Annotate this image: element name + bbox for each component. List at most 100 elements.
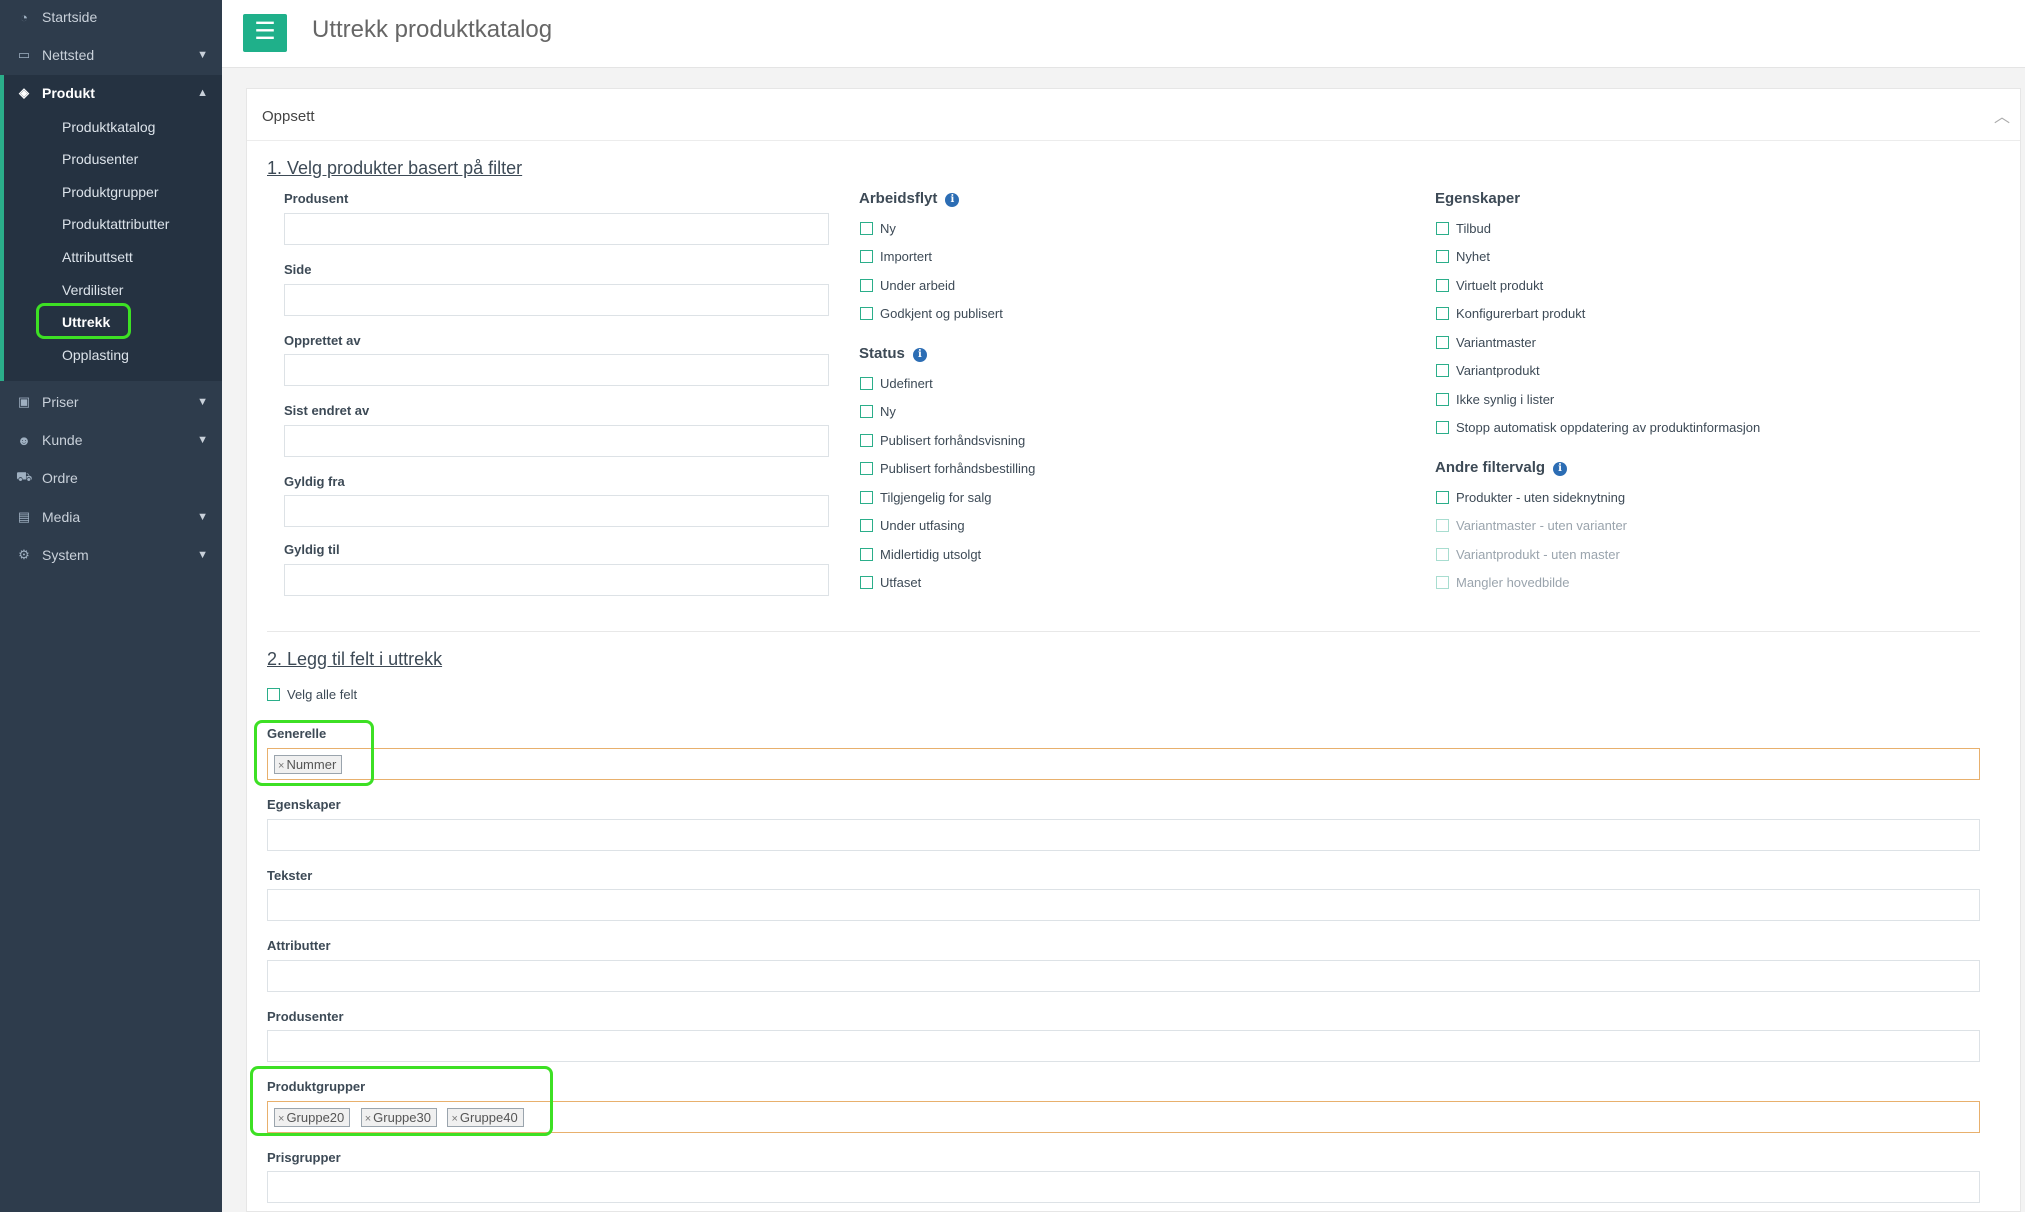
sidebar-item-media[interactable]: ▤ Media ▼ bbox=[0, 500, 222, 534]
checkbox-andre-disabled: Mangler hovedbilde bbox=[1436, 575, 1569, 590]
users-icon: ☻ bbox=[17, 432, 31, 448]
sidebar-item-system[interactable]: ⚙ System ▼ bbox=[0, 538, 222, 572]
page-title: Uttrekk produktkatalog bbox=[312, 16, 553, 43]
produsenter-tag-input[interactable] bbox=[267, 1030, 1980, 1062]
highlight-generelle bbox=[254, 720, 374, 786]
file-icon: ▤ bbox=[17, 509, 31, 524]
sidebar-sub-opplasting[interactable]: Opplasting bbox=[62, 343, 129, 367]
status-heading: Status i bbox=[859, 345, 927, 362]
panel-header[interactable]: Oppsett ︿ bbox=[247, 89, 2020, 141]
sidebar-item-priser[interactable]: ▣ Priser ▼ bbox=[0, 385, 222, 419]
side-input[interactable] bbox=[284, 284, 829, 316]
group-label-egenskaper: Egenskaper bbox=[267, 797, 341, 812]
info-icon[interactable]: i bbox=[912, 348, 927, 362]
generelle-tag-input[interactable]: × Nummer bbox=[267, 748, 1980, 780]
sidebar-sub-produktgrupper[interactable]: Produktgrupper bbox=[62, 180, 159, 204]
checkbox-egenskaper[interactable]: Virtuelt produkt bbox=[1436, 278, 1543, 293]
sidebar-item-label: Startside bbox=[42, 9, 98, 25]
sidebar-item-startside[interactable]: ◔ Startside bbox=[0, 0, 222, 34]
opprettet-av-input[interactable] bbox=[284, 354, 829, 386]
checkbox-egenskaper[interactable]: Konfigurerbart produkt bbox=[1436, 306, 1585, 321]
sidebar-item-label: Kunde bbox=[42, 432, 83, 448]
highlight-produktgrupper bbox=[250, 1066, 553, 1136]
group-label-attributter: Attributter bbox=[267, 938, 331, 953]
panel-title: Oppsett bbox=[262, 108, 315, 125]
attributter-tag-input[interactable] bbox=[267, 960, 1980, 992]
section-fields-title: 2. Legg til felt i uttrekk bbox=[267, 649, 443, 669]
field-label-gyldig-fra: Gyldig fra bbox=[284, 474, 345, 489]
checkbox-egenskaper[interactable]: Variantprodukt bbox=[1436, 363, 1540, 378]
checkbox-egenskaper[interactable]: Stopp automatisk oppdatering av produkti… bbox=[1436, 420, 1760, 435]
group-label-produsenter: Produsenter bbox=[267, 1009, 344, 1024]
sidebar-item-nettsted[interactable]: ▭ Nettsted ▼ bbox=[0, 38, 222, 72]
checkbox-status[interactable]: Tilgjengelig for salg bbox=[860, 490, 992, 505]
field-label-sist-endret-av: Sist endret av bbox=[284, 403, 370, 418]
chevron-down-icon: ▼ bbox=[197, 434, 208, 446]
checkbox-status[interactable]: Midlertidig utsolgt bbox=[860, 547, 981, 562]
egenskaper-tag-input[interactable] bbox=[267, 819, 1980, 851]
sidebar-sub-attributtsett[interactable]: Attributtsett bbox=[62, 245, 133, 269]
sidebar-sub-produsenter[interactable]: Produsenter bbox=[62, 147, 138, 171]
checkbox-andre-disabled: Variantmaster - uten varianter bbox=[1436, 518, 1627, 533]
checkbox-andre[interactable]: Produkter - uten sideknytning bbox=[1436, 490, 1625, 505]
field-label-side: Side bbox=[284, 262, 312, 277]
sist-endret-av-input[interactable] bbox=[284, 425, 829, 457]
chevron-down-icon: ▼ bbox=[197, 549, 208, 561]
sidebar-item-kunde[interactable]: ☻ Kunde ▼ bbox=[0, 423, 222, 457]
sidebar-item-label: System bbox=[42, 547, 89, 563]
sidebar-item-ordre[interactable]: ⛟ Ordre bbox=[0, 461, 222, 495]
chevron-down-icon: ▼ bbox=[197, 396, 208, 408]
checkbox-egenskaper[interactable]: Nyhet bbox=[1436, 249, 1490, 264]
checkbox-arbeidsflyt[interactable]: Importert bbox=[860, 249, 932, 264]
highlight-uttrekk bbox=[36, 303, 131, 339]
section-filter-title: 1. Velg produkter basert på filter bbox=[267, 158, 523, 178]
checkbox-egenskaper[interactable]: Variantmaster bbox=[1436, 335, 1536, 350]
chevron-up-icon[interactable]: ︿ bbox=[1994, 103, 2010, 127]
select-all-checkbox[interactable]: Velg alle felt bbox=[267, 687, 357, 702]
top-bar: ☰ Uttrekk produktkatalog bbox=[222, 0, 2025, 68]
info-icon[interactable]: i bbox=[1553, 462, 1568, 476]
andre-filtervalg-label: Andre filtervalg bbox=[1435, 459, 1546, 476]
sidebar-sub-produktkatalog[interactable]: Produktkatalog bbox=[62, 115, 155, 139]
status-label: Status bbox=[859, 345, 905, 362]
sidebar-sub-produktattributter[interactable]: Produktattributter bbox=[62, 212, 169, 236]
checkbox-status[interactable]: Utfaset bbox=[860, 575, 921, 590]
info-icon[interactable]: i bbox=[945, 193, 960, 207]
sidebar-item-label: Priser bbox=[42, 394, 79, 410]
checkbox-arbeidsflyt[interactable]: Ny bbox=[860, 221, 896, 236]
money-icon: ▣ bbox=[17, 394, 31, 409]
checkbox-status[interactable]: Under utfasing bbox=[860, 518, 965, 533]
chevron-down-icon: ▼ bbox=[197, 49, 208, 61]
chevron-up-icon: ▲ bbox=[197, 87, 208, 99]
menu-toggle-button[interactable]: ☰ bbox=[243, 14, 287, 52]
produsent-input[interactable] bbox=[284, 213, 829, 245]
prisgrupper-tag-input[interactable] bbox=[267, 1171, 1980, 1203]
gyldig-fra-input[interactable] bbox=[284, 495, 829, 527]
section-divider bbox=[267, 631, 1980, 632]
sidebar-sub-verdilister[interactable]: Verdilister bbox=[62, 278, 123, 302]
group-label-tekster: Tekster bbox=[267, 868, 313, 883]
checkbox-egenskaper[interactable]: Tilbud bbox=[1436, 221, 1491, 236]
sidebar-item-label: Ordre bbox=[42, 470, 78, 486]
field-label-gyldig-til: Gyldig til bbox=[284, 542, 340, 557]
tekster-tag-input[interactable] bbox=[267, 889, 1980, 921]
checkbox-arbeidsflyt[interactable]: Under arbeid bbox=[860, 278, 955, 293]
sidebar-item-label: Produkt bbox=[42, 85, 95, 101]
gear-icon: ⚙ bbox=[18, 547, 30, 562]
cube-icon: ◈ bbox=[19, 85, 29, 100]
hamburger-icon: ☰ bbox=[254, 18, 276, 45]
chevron-down-icon: ▼ bbox=[197, 511, 208, 523]
sidebar-item-label: Media bbox=[42, 509, 81, 525]
checkbox-arbeidsflyt[interactable]: Godkjent og publisert bbox=[860, 306, 1003, 321]
cart-icon: ⛟ bbox=[16, 469, 33, 484]
andre-filtervalg-heading: Andre filtervalg i bbox=[1435, 459, 1568, 476]
sidebar-item-produkt[interactable]: ◈ Produkt ▲ bbox=[0, 76, 222, 110]
checkbox-status[interactable]: Ny bbox=[860, 404, 896, 419]
field-label-produsent: Produsent bbox=[284, 191, 349, 206]
checkbox-status[interactable]: Publisert forhåndsvisning bbox=[860, 433, 1025, 448]
gyldig-til-input[interactable] bbox=[284, 564, 829, 596]
sidebar: ◔ Startside ▭ Nettsted ▼ Produktkatalog … bbox=[0, 0, 222, 1212]
checkbox-egenskaper[interactable]: Ikke synlig i lister bbox=[1436, 392, 1554, 407]
checkbox-status[interactable]: Publisert forhåndsbestilling bbox=[860, 461, 1035, 476]
checkbox-status[interactable]: Udefinert bbox=[860, 376, 933, 391]
